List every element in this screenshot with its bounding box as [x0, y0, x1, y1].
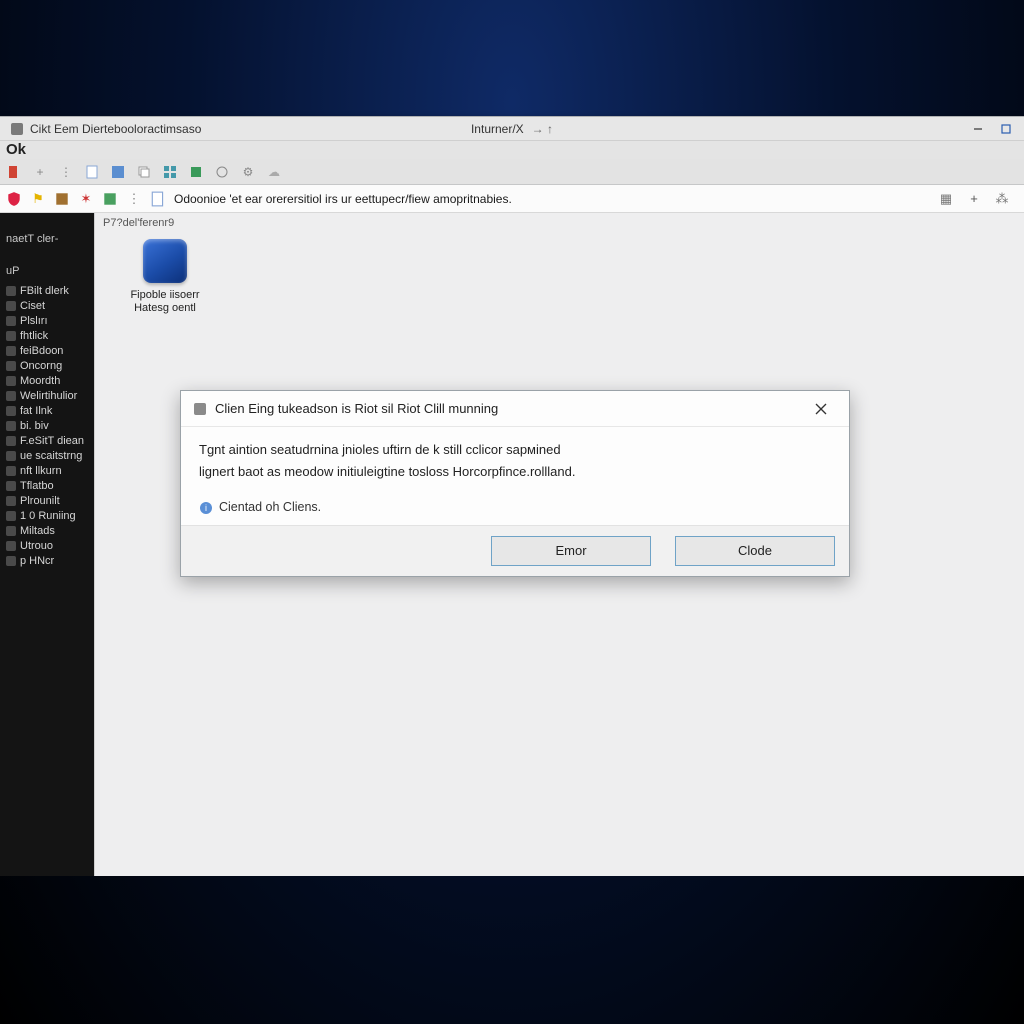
- path-hint: P7?del'ferenr9: [95, 213, 1024, 233]
- toolbar-right-grid-icon[interactable]: ▦: [938, 191, 954, 207]
- dialog-footer: Emor Clode: [181, 525, 849, 576]
- sidebar-item[interactable]: Tflatbo: [4, 478, 90, 493]
- tab-icon-book[interactable]: [188, 164, 204, 180]
- info-icon: i: [199, 501, 213, 515]
- sidebar-item[interactable]: F.eSitT diean: [4, 433, 90, 448]
- window-center-title: Inturner/X: [471, 122, 524, 136]
- sidebar-item[interactable]: Utrouo: [4, 538, 90, 553]
- sidebar-item[interactable]: p HNcr: [4, 553, 90, 568]
- sidebar-item[interactable]: Oncorng: [4, 358, 90, 373]
- sidebar-item[interactable]: feiBdoon: [4, 343, 90, 358]
- toolbar-right-menu-icon[interactable]: ⁂: [994, 191, 1010, 207]
- dialog-primary-button[interactable]: Emor: [491, 536, 651, 566]
- client-app-icon: [143, 239, 187, 283]
- sidebar-item[interactable]: ue scaitstrng: [4, 448, 90, 463]
- sidebar-group-2: uP: [6, 265, 88, 277]
- titlebar: Cikt Eem Diertebooloractimsaso Inturner/…: [0, 117, 1024, 141]
- tab-icon-page[interactable]: [84, 164, 100, 180]
- svg-text:i: i: [205, 503, 207, 513]
- toolbar-right-plus-icon[interactable]: +: [966, 191, 982, 207]
- toolbar-flag-icon[interactable]: ⚑: [30, 191, 46, 207]
- sidebar-item[interactable]: Moordth: [4, 373, 90, 388]
- app-icon: [10, 122, 24, 136]
- tab-icon-gear[interactable]: ⚙: [240, 164, 256, 180]
- toolbar-puzzle-icon[interactable]: ✶: [78, 191, 94, 207]
- sidebar-group-1: naetT cler-: [6, 233, 88, 245]
- tab-strip: + ⋮ ⚙ ☁: [0, 159, 1024, 185]
- window-center-glyphs: → ↑: [532, 122, 553, 136]
- dialog-app-icon: [193, 402, 207, 416]
- sidebar-item[interactable]: Welirtihulior: [4, 388, 90, 403]
- tab-icon-vdots[interactable]: ⋮: [58, 164, 74, 180]
- toolbar: ⚑ ✶ ⋮ Odoonioe 'et ear orerersitiol irs …: [0, 185, 1024, 213]
- tab-icon-grid[interactable]: [162, 164, 178, 180]
- toolbar-page-icon[interactable]: [150, 191, 166, 207]
- title-ok-label: Ok: [6, 141, 26, 158]
- dialog-close-button[interactable]: [805, 395, 837, 423]
- address-text[interactable]: Odoonioe 'et ear orerersitiol irs ur eet…: [174, 192, 930, 206]
- maximize-button[interactable]: [992, 119, 1020, 139]
- dialog-body-line-2: lignert baot as meodow initiuleigtine to…: [199, 463, 831, 481]
- desktop-icon-label-1: Fipoble iisoerr: [130, 289, 199, 301]
- tab-icon-app[interactable]: [110, 164, 126, 180]
- dialog-note-text: Cientad oh Cliens.: [219, 499, 321, 517]
- sidebar-item[interactable]: Miltads: [4, 523, 90, 538]
- tab-icon-plus[interactable]: +: [32, 164, 48, 180]
- dialog-title: Clien Eing tukeadson is Riot sil Riot Cl…: [215, 401, 498, 416]
- toolbar-book-icon[interactable]: [54, 191, 70, 207]
- sidebar-item[interactable]: Plslırı: [4, 313, 90, 328]
- sidebar-item[interactable]: nft llkurn: [4, 463, 90, 478]
- sidebar-item[interactable]: 1 0 Runiing: [4, 508, 90, 523]
- sidebar-item[interactable]: FBilt dlerk: [4, 283, 90, 298]
- dialog-secondary-button[interactable]: Clode: [675, 536, 835, 566]
- window-title: Cikt Eem Diertebooloractimsaso: [30, 122, 201, 136]
- sidebar-item[interactable]: Plrounilt: [4, 493, 90, 508]
- tab-icon-copy[interactable]: [136, 164, 152, 180]
- dialog-header: Clien Eing tukeadson is Riot sil Riot Cl…: [181, 391, 849, 427]
- desktop-icon-label-2: Hatesg oentl: [134, 302, 196, 314]
- toolbar-note-icon[interactable]: [102, 191, 118, 207]
- dialog-body-line-1: Tgnt aintion seatudrnina jnioles uftirn …: [199, 441, 831, 459]
- toolbar-vdots-icon[interactable]: ⋮: [126, 191, 142, 207]
- tab-icon-doc[interactable]: [6, 164, 22, 180]
- desktop-icon[interactable]: Fipoble iisoerr Hatesg oentl: [125, 239, 205, 314]
- sidebar: naetT cler- uP FBilt dlerkCisetPlslırıfh…: [0, 213, 94, 876]
- tab-icon-globe[interactable]: [214, 164, 230, 180]
- sidebar-item[interactable]: Ciset: [4, 298, 90, 313]
- sidebar-item[interactable]: bi. biv: [4, 418, 90, 433]
- tab-icon-cloud[interactable]: ☁: [266, 164, 282, 180]
- sidebar-item[interactable]: fat Ilnk: [4, 403, 90, 418]
- error-dialog: Clien Eing tukeadson is Riot sil Riot Cl…: [180, 390, 850, 577]
- sidebar-item[interactable]: fhtlick: [4, 328, 90, 343]
- minimize-button[interactable]: [964, 119, 992, 139]
- toolbar-shield-icon[interactable]: [6, 191, 22, 207]
- dialog-body: Tgnt aintion seatudrnina jnioles uftirn …: [181, 427, 849, 525]
